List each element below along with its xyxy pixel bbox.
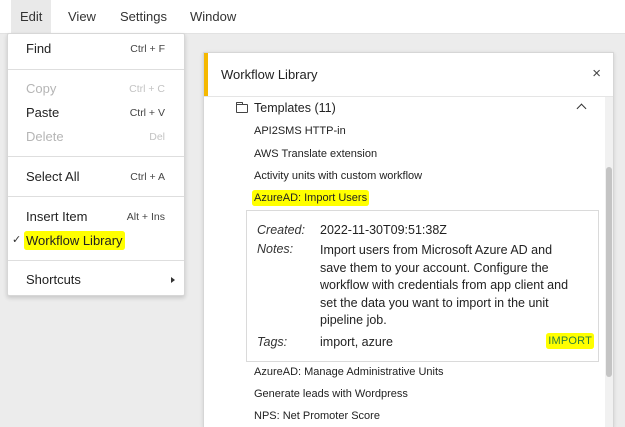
template-item[interactable]: AzureAD: Manage Administrative Units xyxy=(254,366,444,378)
panel-title: Workflow Library xyxy=(221,67,318,82)
checkmark-icon: ✓ xyxy=(12,234,22,246)
menu-item-label: Insert Item xyxy=(26,209,88,224)
workflow-library-panel: Workflow Library × Templates (11) API2SM… xyxy=(203,52,614,427)
menu-item-insert-item[interactable]: Insert Item Alt + Ins xyxy=(8,206,184,228)
menu-separator xyxy=(8,156,184,157)
menu-separator xyxy=(8,196,184,197)
templates-group-label: Templates (11) xyxy=(254,101,336,115)
menu-settings[interactable]: Settings xyxy=(111,0,176,34)
menu-item-shortcuts[interactable]: Shortcuts xyxy=(8,269,184,291)
template-item[interactable]: Generate leads with Wordpress xyxy=(254,388,408,400)
menu-separator xyxy=(8,69,184,70)
template-item[interactable]: Activity units with custom workflow xyxy=(254,170,422,182)
menu-item-label: Select All xyxy=(26,169,80,184)
menu-item-paste[interactable]: Paste Ctrl + V xyxy=(8,102,184,124)
template-details-card: Created: 2022-11-30T09:51:38Z Notes: Imp… xyxy=(246,210,599,362)
template-item[interactable]: API2SMS HTTP-in xyxy=(254,125,346,137)
template-item[interactable]: AWS Translate extension xyxy=(254,148,377,160)
menu-item-label: Delete xyxy=(26,129,64,144)
tags-label: Tags: xyxy=(257,335,288,349)
menu-item-label: Workflow Library xyxy=(26,233,123,248)
menu-item-shortcut: Ctrl + V xyxy=(129,107,165,119)
notes-label: Notes: xyxy=(257,242,294,256)
close-icon[interactable]: × xyxy=(592,65,601,82)
chevron-up-icon[interactable] xyxy=(576,103,587,114)
notes-value: Import users from Microsoft Azure AD and… xyxy=(320,243,569,328)
menu-item-shortcut: Del xyxy=(149,131,165,143)
panel-scrollbar-thumb[interactable] xyxy=(606,167,612,377)
menu-edit[interactable]: Edit xyxy=(11,0,52,34)
menu-item-copy[interactable]: Copy Ctrl + C xyxy=(8,78,184,100)
folder-icon xyxy=(236,102,248,113)
menu-item-delete[interactable]: Delete Del xyxy=(8,126,184,148)
menu-item-select-all[interactable]: Select All Ctrl + A xyxy=(8,166,184,188)
menu-view[interactable]: View xyxy=(59,0,105,34)
menu-separator xyxy=(8,260,184,261)
menu-item-label: Paste xyxy=(26,105,60,120)
import-button[interactable]: IMPORT xyxy=(548,335,592,347)
tags-value: import, azure xyxy=(320,335,393,349)
menu-item-shortcut: Alt + Ins xyxy=(126,211,165,223)
panel-accent-bar xyxy=(204,53,208,96)
menu-item-label: Copy xyxy=(26,81,57,96)
created-value: 2022-11-30T09:51:38Z xyxy=(320,223,447,237)
panel-header-divider xyxy=(204,96,613,97)
menu-bar: Edit View Settings Window xyxy=(0,0,625,34)
menu-item-find[interactable]: Find Ctrl + F xyxy=(8,38,184,60)
submenu-arrow-icon xyxy=(171,277,175,283)
menu-item-shortcut: Ctrl + F xyxy=(130,43,165,55)
panel-scrollbar-track[interactable] xyxy=(605,97,613,427)
template-item-selected[interactable]: AzureAD: Import Users xyxy=(254,192,368,204)
menu-item-shortcut: Ctrl + A xyxy=(130,171,165,183)
template-item[interactable]: NPS: Net Promoter Score xyxy=(254,410,380,422)
menu-window[interactable]: Window xyxy=(181,0,245,34)
menu-item-label: Find xyxy=(26,41,52,56)
created-label: Created: xyxy=(257,223,305,237)
edit-dropdown-menu: Find Ctrl + F Copy Ctrl + C Paste Ctrl +… xyxy=(7,33,185,296)
menu-item-label: Shortcuts xyxy=(26,272,81,287)
menu-item-shortcut: Ctrl + C xyxy=(129,83,165,95)
menu-item-workflow-library[interactable]: ✓ Workflow Library xyxy=(8,230,184,252)
